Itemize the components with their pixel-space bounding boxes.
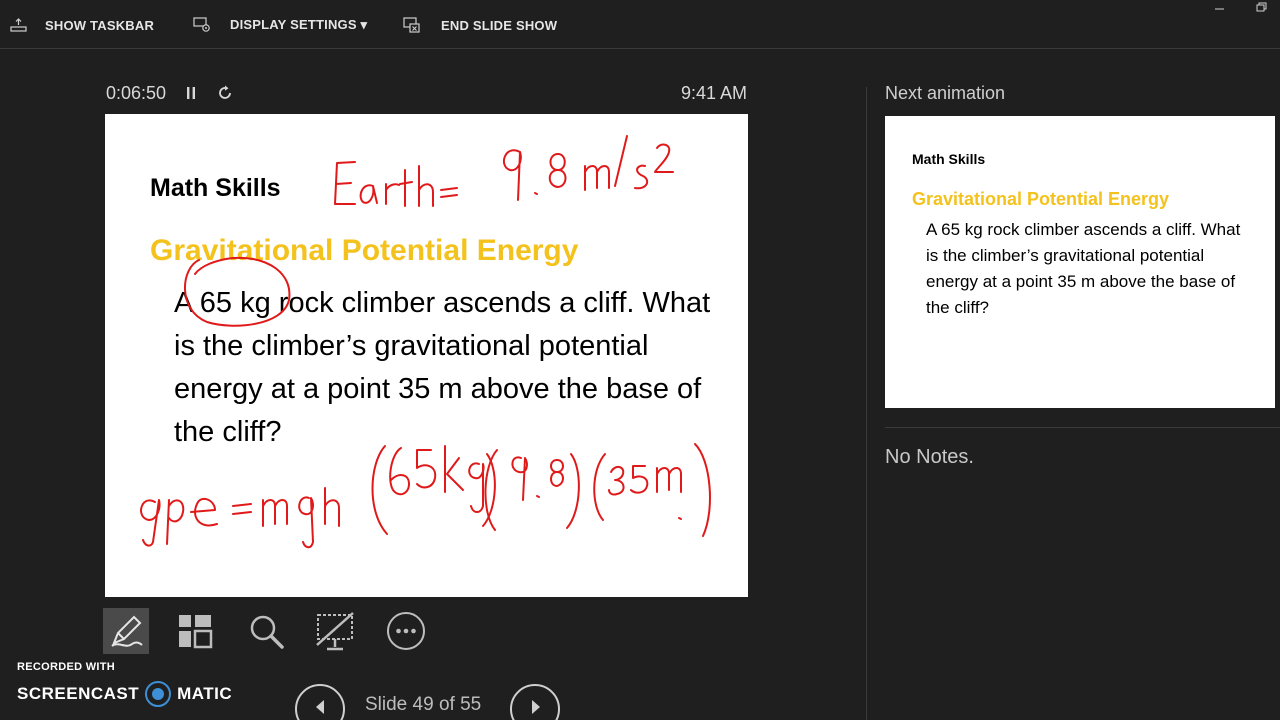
speaker-notes[interactable]: No Notes. — [885, 446, 974, 469]
next-slide-button[interactable] — [510, 684, 560, 720]
record-dot-icon — [145, 681, 172, 707]
restore-icon[interactable] — [1246, 0, 1276, 16]
pause-icon[interactable] — [182, 84, 200, 102]
screen-off-icon — [316, 612, 354, 651]
display-settings-label: DISPLAY SETTINGS ▾ — [230, 17, 368, 32]
next-slide-title: Gravitational Potential Energy — [912, 189, 1170, 209]
watermark-recorded-with: RECORDED WITH — [17, 661, 116, 673]
next-slide-heading: Math Skills — [912, 151, 986, 167]
show-taskbar-label: SHOW TASKBAR — [45, 17, 155, 33]
screencast-o-matic-logo: SCREENCAST MATIC — [17, 681, 232, 707]
magnifier-icon — [250, 615, 284, 649]
elapsed-timer: 0:06:50 — [106, 83, 167, 103]
end-slide-show-label: END SLIDE SHOW — [441, 17, 558, 33]
pen-icon — [111, 615, 143, 647]
see-all-slides-button[interactable] — [172, 608, 218, 654]
pane-divider — [866, 87, 867, 720]
black-screen-button[interactable] — [312, 608, 358, 654]
display-settings-icon — [193, 17, 210, 32]
show-taskbar-button[interactable]: SHOW TASKBAR — [10, 14, 154, 36]
display-settings-button[interactable]: DISPLAY SETTINGS ▾ — [193, 14, 367, 36]
more-options-button[interactable] — [383, 608, 429, 654]
next-slide-preview: Math Skills Gravitational Potential Ener… — [885, 116, 1275, 408]
grid-icon — [179, 615, 213, 649]
next-slide-body: A 65 kg rock climber ascends a cliff. Wh… — [926, 220, 1241, 317]
current-slide: Math Skills Gravitational Potential Ener… — [105, 114, 748, 597]
end-slide-show-button[interactable]: END SLIDE SHOW — [403, 14, 557, 36]
previous-arrow-icon — [316, 700, 324, 714]
current-time: 9:41 AM — [680, 83, 747, 103]
notes-separator — [885, 427, 1280, 428]
watermark-left-text: SCREENCAST — [17, 684, 140, 703]
presenter-top-bar: SHOW TASKBAR DISPLAY SETTINGS ▾ END SLID… — [0, 0, 1280, 49]
zoom-button[interactable] — [243, 608, 289, 654]
previous-slide-button[interactable] — [295, 684, 345, 720]
watermark-right-text: MATIC — [177, 684, 233, 703]
pen-annotations — [140, 135, 711, 549]
slide-counter[interactable]: Slide 49 of 55 — [365, 694, 481, 716]
restart-timer-icon[interactable] — [216, 84, 234, 102]
next-animation-label: Next animation — [885, 83, 1006, 103]
end-slide-show-icon — [403, 17, 420, 33]
next-arrow-icon — [532, 700, 540, 714]
pen-tool-button[interactable] — [103, 608, 149, 654]
taskbar-icon — [10, 18, 27, 32]
more-icon — [387, 612, 425, 650]
minimize-icon[interactable] — [1205, 0, 1235, 16]
